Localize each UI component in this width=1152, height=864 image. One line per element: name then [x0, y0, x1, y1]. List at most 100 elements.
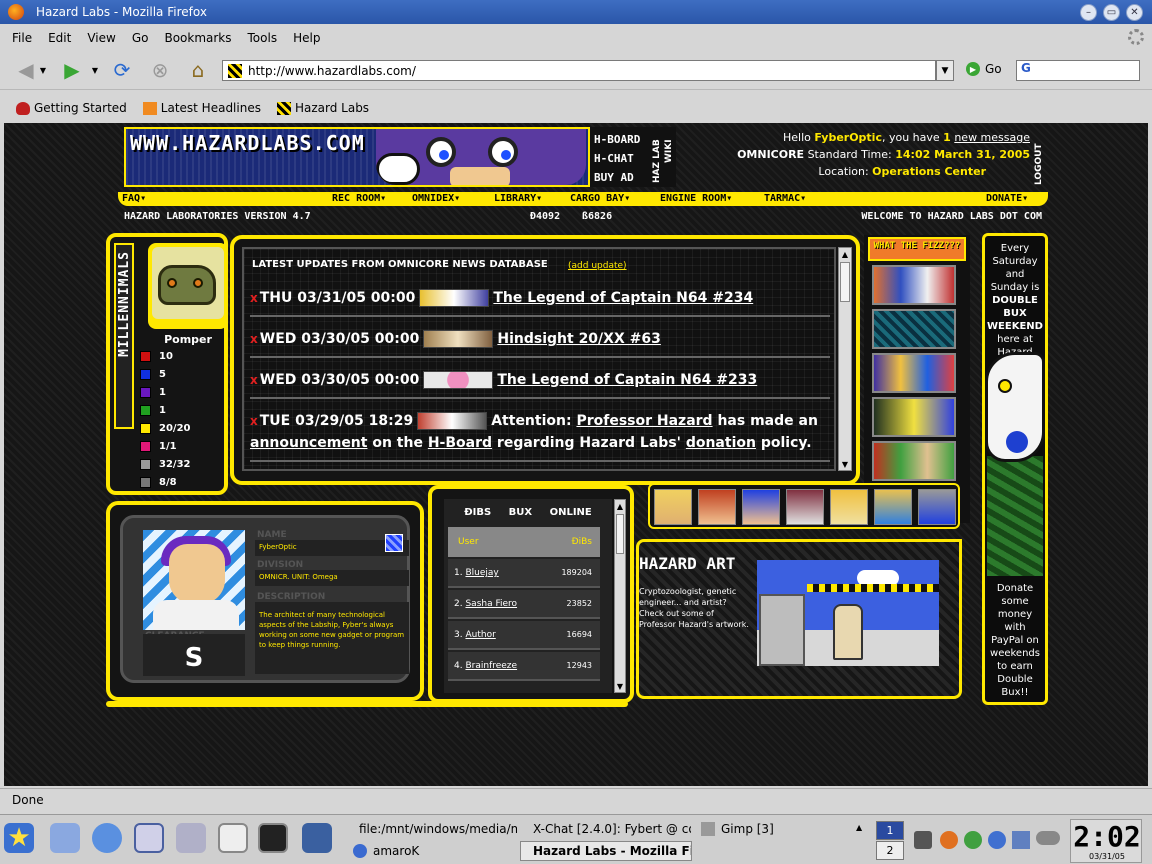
fizz-thumbnail[interactable] — [872, 309, 956, 349]
task-firefox[interactable]: Hazard Labs - Mozilla Firefox — [520, 841, 692, 861]
bookmark-latest-headlines[interactable]: Latest Headlines — [142, 101, 261, 115]
menu-help[interactable]: Help — [293, 31, 320, 45]
minimize-icon[interactable]: – — [1080, 4, 1097, 21]
millennimals-tab[interactable]: MILLENNIMALS — [114, 243, 134, 429]
site-logo-banner[interactable]: WWW.HAZARDLABS.COM — [124, 127, 590, 187]
close-icon[interactable]: ✕ — [1126, 4, 1143, 21]
maximize-icon[interactable]: ▭ — [1103, 4, 1120, 21]
logout-link[interactable]: LOGOUT — [1034, 129, 1048, 185]
tray-b-icon[interactable] — [940, 831, 958, 849]
browser-launcher-icon[interactable] — [92, 823, 122, 853]
leaderboard-tabs[interactable]: ĐIBS BUX ONLINE — [444, 507, 612, 518]
character-portrait[interactable] — [654, 489, 692, 525]
update-link[interactable]: The Legend of Captain N64 #233 — [497, 372, 757, 388]
fizz-thumbnail[interactable] — [872, 265, 956, 305]
spreadsheet-launcher-icon[interactable] — [134, 823, 164, 853]
updates-scrollbar[interactable]: ▲ ▼ — [838, 247, 852, 471]
character-portrait[interactable] — [742, 489, 780, 525]
h-chat-link[interactable]: H-CHAT — [594, 152, 634, 165]
back-dropdown-icon[interactable]: ▼ — [36, 56, 50, 84]
nav-rec-room[interactable]: REC ROOM▾ — [332, 193, 386, 204]
terminal-launcher-icon[interactable] — [258, 823, 288, 853]
window-title-bar[interactable]: Hazard Labs - Mozilla Firefox – ▭ ✕ — [0, 0, 1152, 24]
task-gimp[interactable]: Gimp [3] — [694, 819, 866, 839]
delete-icon[interactable]: x — [250, 291, 258, 305]
delete-icon[interactable]: x — [250, 414, 258, 428]
leaderboard-user-link[interactable]: Author — [465, 630, 495, 640]
what-the-fizz-title[interactable]: WHAT THE FIZZ??? — [868, 237, 966, 261]
draw-launcher-icon[interactable] — [176, 823, 206, 853]
scroll-up-icon[interactable]: ▲ — [839, 248, 851, 260]
user-avatar[interactable] — [143, 530, 245, 630]
menu-file[interactable]: File — [12, 31, 32, 45]
announcement-link[interactable]: announcement — [250, 435, 367, 451]
scroll-down-icon[interactable]: ▼ — [839, 458, 851, 470]
header-username[interactable]: FyberOptic — [814, 131, 882, 144]
character-portrait[interactable] — [918, 489, 956, 525]
tray-chat-icon[interactable] — [964, 831, 982, 849]
forward-icon[interactable]: ▶ — [58, 56, 86, 84]
character-portrait[interactable] — [698, 489, 736, 525]
menu-edit[interactable]: Edit — [48, 31, 71, 45]
page-viewport[interactable]: WWW.HAZARDLABS.COM H-BOARD H-CHAT BUY AD… — [4, 123, 1148, 786]
update-link[interactable]: The Legend of Captain N64 #234 — [493, 290, 753, 306]
url-bar[interactable]: http://www.hazardlabs.com/ — [222, 60, 936, 81]
haz-lab-tab[interactable]: HAZ LAB — [652, 133, 662, 183]
menu-tools[interactable]: Tools — [248, 31, 278, 45]
fizz-thumbnail[interactable] — [872, 441, 956, 481]
h-board-link[interactable]: H-BOARD — [594, 133, 640, 146]
menu-bookmarks[interactable]: Bookmarks — [164, 31, 231, 45]
task-xchat[interactable]: X-Chat [2.4.0]: Fybert @ co — [520, 819, 692, 839]
network-launcher-icon[interactable] — [302, 823, 332, 853]
desktop-2[interactable]: 2 — [876, 841, 904, 860]
update-link[interactable]: Hindsight 20/XX #63 — [497, 331, 660, 347]
delete-icon[interactable]: x — [250, 332, 258, 346]
double-bux-ad[interactable]: Every Saturday and Sunday is DOUBLE BUX … — [982, 233, 1048, 705]
nav-omnidex[interactable]: OMNIDEX▾ — [412, 193, 460, 204]
stop-icon[interactable]: ⊗ — [146, 56, 174, 84]
scroll-thumb[interactable] — [616, 514, 624, 554]
bookmark-getting-started[interactable]: Getting Started — [16, 101, 127, 115]
task-scroll-up-icon[interactable]: ▲ — [856, 823, 862, 832]
tray-plug-icon[interactable] — [1036, 831, 1060, 845]
go-button[interactable]: ▶ Go — [966, 62, 1002, 76]
leaderboard-user-link[interactable]: Bluejay — [465, 568, 498, 578]
gimp-launcher-icon[interactable] — [218, 823, 248, 853]
add-update-link[interactable]: (add update) — [568, 261, 627, 271]
donation-link[interactable]: donation — [686, 435, 756, 451]
hazard-art-title[interactable]: HAZARD ART — [639, 556, 735, 572]
start-menu-icon[interactable]: ★ — [4, 823, 34, 853]
buy-ad-link[interactable]: BUY AD — [594, 171, 634, 184]
editor-launcher-icon[interactable] — [50, 823, 80, 853]
clock[interactable]: 2:02 03/31/05 — [1070, 819, 1142, 863]
nav-library[interactable]: LIBRARY▾ — [494, 193, 542, 204]
professor-hazard-link[interactable]: Professor Hazard — [576, 413, 712, 429]
leaderboard-user-link[interactable]: Brainfreeze — [465, 661, 517, 671]
reload-icon[interactable]: ⟳ — [108, 56, 136, 84]
scroll-up-icon[interactable]: ▲ — [615, 500, 625, 512]
tray-network-icon[interactable] — [988, 831, 1006, 849]
tray-display-icon[interactable] — [1012, 831, 1030, 849]
nav-cargo-bay[interactable]: CARGO BAY▾ — [570, 193, 630, 204]
nav-engine-room[interactable]: ENGINE ROOM▾ — [660, 193, 732, 204]
pet-portrait[interactable] — [148, 243, 228, 329]
character-portrait[interactable] — [786, 489, 824, 525]
menu-view[interactable]: View — [87, 31, 115, 45]
scroll-down-icon[interactable]: ▼ — [615, 680, 625, 692]
character-portrait[interactable] — [874, 489, 912, 525]
task-amarok[interactable]: amaroK — [346, 841, 518, 861]
wiki-tab[interactable]: WIKI — [664, 133, 674, 163]
url-text[interactable]: http://www.hazardlabs.com/ — [248, 64, 416, 78]
new-message-link[interactable]: new message — [954, 131, 1030, 144]
home-icon[interactable]: ⌂ — [184, 56, 212, 84]
menu-go[interactable]: Go — [132, 31, 149, 45]
nav-faq[interactable]: FAQ▾ — [122, 193, 146, 204]
hazard-art-image[interactable] — [757, 560, 939, 666]
character-portrait[interactable] — [830, 489, 868, 525]
bookmark-hazard-labs[interactable]: Hazard Labs — [276, 101, 369, 115]
desktop-1[interactable]: 1 — [876, 821, 904, 840]
h-board-link[interactable]: H-Board — [428, 435, 492, 451]
nav-donate[interactable]: DONATE▾ — [986, 193, 1028, 204]
search-field[interactable]: G — [1016, 60, 1140, 81]
delete-icon[interactable]: x — [250, 373, 258, 387]
